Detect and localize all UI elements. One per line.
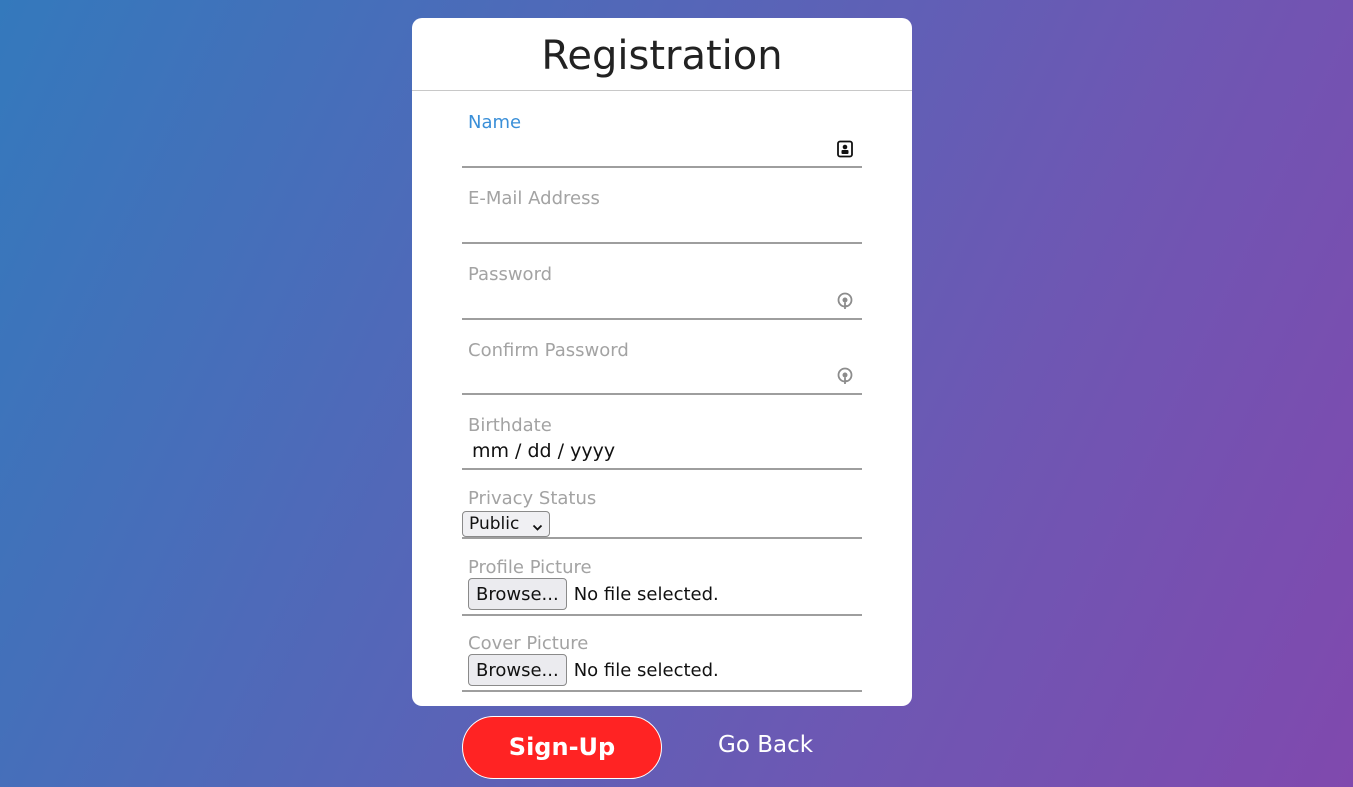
cover-picture-field: Cover Picture Browse... No file selected…	[462, 633, 862, 692]
page-title: Registration	[412, 18, 912, 91]
key-icon[interactable]	[836, 292, 854, 310]
email-field[interactable]: E-Mail Address	[462, 188, 862, 244]
password-field[interactable]: Password	[462, 264, 862, 320]
email-label: E-Mail Address	[468, 188, 600, 209]
name-field[interactable]: Name	[462, 112, 862, 168]
contact-card-icon[interactable]	[836, 140, 854, 158]
password-input[interactable]	[462, 290, 862, 318]
profile-picture-label: Profile Picture	[468, 557, 592, 578]
profile-picture-browse-button[interactable]: Browse...	[468, 578, 567, 610]
profile-picture-field: Profile Picture Browse... No file select…	[462, 557, 862, 616]
birthdate-label: Birthdate	[468, 415, 552, 436]
password-label: Password	[468, 264, 553, 285]
chevron-down-icon	[532, 518, 543, 531]
confirm-password-label: Confirm Password	[468, 340, 629, 361]
go-back-link[interactable]: Go Back	[718, 732, 813, 758]
cover-picture-status: No file selected.	[573, 659, 719, 681]
confirm-password-field[interactable]: Confirm Password	[462, 340, 862, 395]
birthdate-input[interactable]: mm / dd / yyyy	[472, 440, 615, 462]
birthdate-field[interactable]: Birthdate mm / dd / yyyy	[462, 415, 862, 470]
privacy-label: Privacy Status	[468, 488, 597, 509]
cover-picture-label: Cover Picture	[468, 633, 589, 654]
cover-picture-browse-button[interactable]: Browse...	[468, 654, 567, 686]
signup-button[interactable]: Sign-Up	[462, 716, 662, 779]
privacy-field: Privacy Status Public	[462, 488, 862, 539]
registration-card: Registration Name E-Mail Address Passwor…	[412, 18, 912, 706]
profile-picture-status: No file selected.	[573, 583, 719, 605]
privacy-select-value: Public	[469, 514, 520, 534]
key-icon[interactable]	[836, 367, 854, 385]
email-input[interactable]	[462, 214, 862, 242]
confirm-password-input[interactable]	[462, 365, 862, 393]
privacy-select[interactable]: Public	[462, 511, 550, 537]
name-label: Name	[468, 112, 522, 133]
name-input[interactable]	[462, 138, 862, 166]
